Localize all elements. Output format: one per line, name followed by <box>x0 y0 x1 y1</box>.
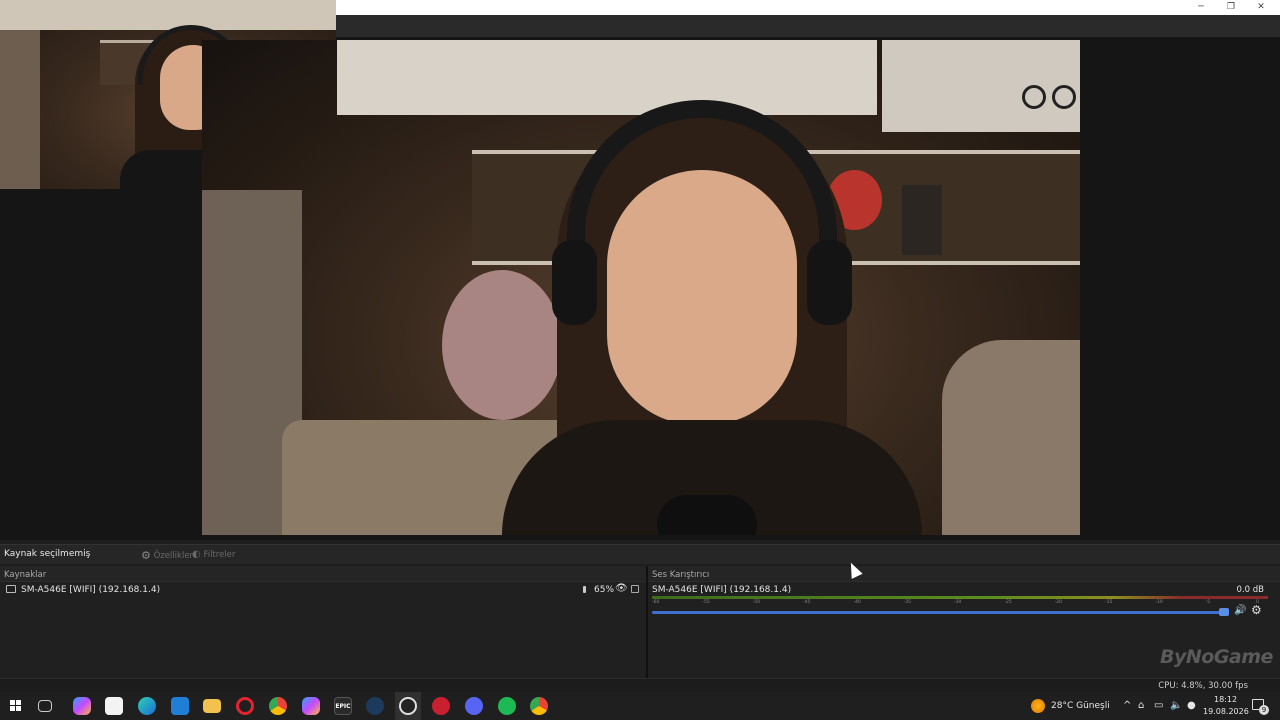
source-volume: 65% <box>594 585 615 595</box>
meter-tick-label: -25 <box>1004 600 1012 605</box>
windows-taskbar: EPIC 28°C Güneşli ^ ⌂ ▭ 🔈 ● 18:12 19.08.… <box>0 692 1280 720</box>
meter-tick-label: -60 <box>652 600 660 605</box>
audio-mixer-title: Ses Karıştırıcı <box>648 566 1280 582</box>
riot-icon[interactable] <box>432 697 450 715</box>
copilot-icon[interactable] <box>73 697 91 715</box>
microphone-icon[interactable]: ● <box>1187 692 1196 720</box>
weather-icon[interactable] <box>1031 699 1045 713</box>
task-view-icon[interactable] <box>38 700 52 712</box>
mixer-channel-name: SM-A546E [WIFI] (192.168.1.4) <box>652 585 792 595</box>
file-explorer-icon[interactable] <box>203 699 221 713</box>
epic-games-icon[interactable]: EPIC <box>334 697 352 715</box>
notification-badge[interactable]: 9 <box>1259 705 1269 715</box>
volume-meter <box>652 596 1268 599</box>
bynogame-watermark: ByNoGame <box>1160 646 1273 668</box>
spotify-icon[interactable] <box>498 697 516 715</box>
volume-fader-handle[interactable] <box>1219 608 1230 616</box>
steam-icon[interactable] <box>366 697 384 715</box>
edge-icon[interactable] <box>138 697 156 715</box>
filters-label: Filtreler <box>203 550 236 560</box>
title-bar: ─ ❐ ✕ <box>336 0 1280 15</box>
volume-fader[interactable] <box>652 611 1228 614</box>
mail-icon[interactable] <box>171 697 189 715</box>
windows-start-icon[interactable] <box>7 697 25 715</box>
meter-tick-label: -10 <box>1155 600 1163 605</box>
source-name: SM-A546E [WIFI] (192.168.1.4) <box>21 585 161 595</box>
meter-tick-label: -5 <box>1205 600 1211 605</box>
filter-icon: ◐ <box>192 549 201 560</box>
minimize-button[interactable]: ─ <box>1186 1 1216 13</box>
properties-button[interactable]: ⚙ Özellikler <box>141 549 193 562</box>
lock-icon[interactable] <box>631 585 639 593</box>
visibility-eye-icon[interactable]: 👁 <box>615 583 628 594</box>
meter-tick-label: -40 <box>853 600 861 605</box>
sources-dock-title: Kaynaklar <box>0 566 646 582</box>
speaker-icon[interactable]: 🔊 <box>1234 605 1246 616</box>
weather-text[interactable]: 28°C Güneşli <box>1051 692 1110 720</box>
properties-label: Özellikler <box>153 551 194 561</box>
status-bar: CPU: 4.8%, 30.00 fps <box>0 678 1280 692</box>
menu-bar <box>336 15 1280 37</box>
volume-meter-ticks: -60 -55 -50 -45 -40 -35 -30 -25 -20 -15 -10 -5 0 <box>652 600 1268 608</box>
mixer-channel-db: 0.0 dB <box>1236 585 1264 595</box>
camera-icon <box>6 585 16 593</box>
network-icon[interactable]: ⌂ <box>1138 692 1144 720</box>
meter-tick-label: -45 <box>803 600 811 605</box>
opera-icon[interactable] <box>236 697 254 715</box>
cpu-fps-status: CPU: 4.8%, 30.00 fps <box>1158 681 1248 691</box>
filters-button[interactable]: ◐ Filtreler <box>192 549 235 560</box>
display-icon[interactable]: ▭ <box>1154 692 1163 720</box>
gear-icon: ⚙ <box>141 549 151 562</box>
meter-tick-label: -30 <box>954 600 962 605</box>
meter-tick-label: -15 <box>1105 600 1113 605</box>
chevron-up-icon[interactable]: ^ <box>1123 692 1131 720</box>
chrome-profile-icon[interactable] <box>530 697 548 715</box>
meter-tick-label: -50 <box>752 600 761 605</box>
start-logo-pane <box>16 706 21 711</box>
gear-icon[interactable]: ⚙ <box>1251 603 1262 617</box>
meter-tick-label: -55 <box>702 600 710 605</box>
copilot-app-icon[interactable] <box>302 697 320 715</box>
speaker-icon[interactable]: 🔈 <box>1170 692 1182 720</box>
discord-icon[interactable] <box>465 697 483 715</box>
chrome-icon[interactable] <box>269 697 287 715</box>
close-button[interactable]: ✕ <box>1246 1 1276 13</box>
source-list-item[interactable]: SM-A546E [WIFI] (192.168.1.4) 65% 👁 <box>0 583 646 598</box>
volume-icon <box>583 586 586 593</box>
properties-bar: Kaynak seçilmemiş ⚙ Özellikler ◐ Filtrel… <box>0 544 1280 564</box>
meter-tick-label: -35 <box>903 600 912 605</box>
active-app-highlight <box>395 692 421 720</box>
meter-tick-label: -20 <box>1054 600 1063 605</box>
sources-dock: Kaynaklar SM-A546E [WIFI] (192.168.1.4) … <box>0 566 646 678</box>
obs-window: ─ ❐ ✕ Kaynak seçilmemiş ⚙ Özellikler ◐ F… <box>0 0 1280 720</box>
webcam-preview-main <box>202 40 1080 535</box>
clock-date[interactable]: 19.08.2026 <box>1203 707 1249 716</box>
no-source-selected-label: Kaynak seçilmemiş <box>4 549 91 559</box>
start-logo-pane <box>10 706 15 711</box>
clock-time[interactable]: 18:12 <box>1214 695 1237 704</box>
start-logo-pane <box>10 700 15 705</box>
start-logo-pane <box>16 700 21 705</box>
maximize-button[interactable]: ❐ <box>1216 1 1246 13</box>
store-icon[interactable] <box>105 697 123 715</box>
